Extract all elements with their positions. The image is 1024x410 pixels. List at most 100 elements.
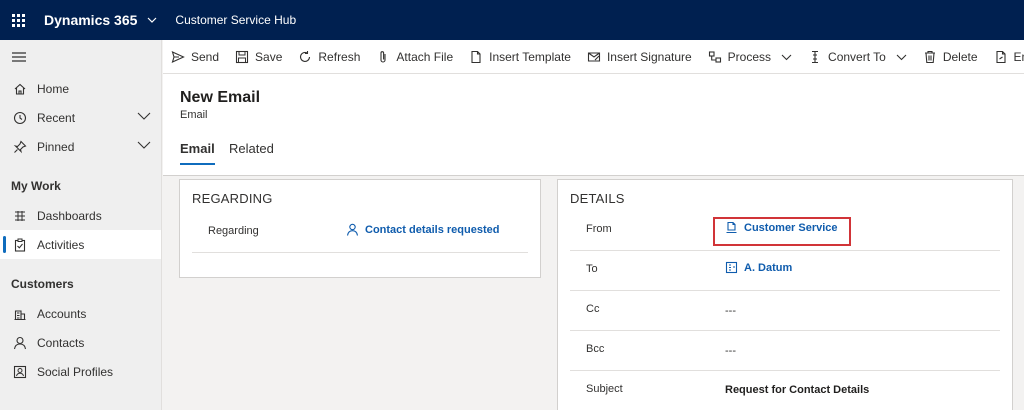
attach-file-label: Attach File bbox=[396, 49, 454, 64]
sidebar-item-accounts[interactable]: Accounts bbox=[0, 299, 161, 328]
delete-label: Delete bbox=[942, 49, 978, 64]
social-icon bbox=[12, 364, 28, 380]
entity-name: Email bbox=[180, 109, 208, 121]
chevron-down-icon[interactable] bbox=[147, 15, 157, 25]
refresh-label: Refresh bbox=[318, 49, 361, 64]
regarding-section: REGARDING Regarding Contact details requ… bbox=[179, 179, 541, 278]
form-body: REGARDING Regarding Contact details requ… bbox=[163, 177, 1024, 410]
delete-button[interactable]: Delete bbox=[915, 40, 986, 73]
account-icon bbox=[725, 261, 738, 274]
sidebar-group-my-work: My Work bbox=[11, 179, 61, 193]
app-launcher-icon[interactable] bbox=[0, 0, 36, 40]
insert-signature-button[interactable]: Insert Signature bbox=[579, 40, 700, 73]
cc-input[interactable]: --- bbox=[725, 305, 736, 317]
document-link-icon bbox=[994, 50, 1008, 64]
to-lookup-value[interactable]: A. Datum bbox=[725, 261, 792, 274]
pin-icon bbox=[12, 139, 28, 155]
sidebar-item-dashboards[interactable]: Dashboards bbox=[0, 201, 161, 230]
sidebar-item-label: Contacts bbox=[37, 335, 85, 350]
sidebar-item-home[interactable]: Home bbox=[0, 74, 161, 103]
tab-email[interactable]: Email bbox=[180, 141, 215, 165]
home-icon bbox=[12, 81, 28, 97]
top-navigation-bar: Dynamics 365 Customer Service Hub bbox=[0, 0, 1024, 40]
refresh-icon bbox=[298, 50, 312, 64]
sidebar-item-label: Social Profiles bbox=[37, 364, 114, 379]
hub-name[interactable]: Customer Service Hub bbox=[175, 13, 296, 27]
sidebar-group-customers: Customers bbox=[11, 277, 74, 291]
tab-related[interactable]: Related bbox=[229, 141, 274, 163]
sidebar-item-social-profiles[interactable]: Social Profiles bbox=[0, 357, 161, 386]
field-label: Regarding bbox=[208, 225, 259, 237]
email-link-button[interactable]: Email a Link bbox=[986, 40, 1024, 73]
email-link-label: Email a Link bbox=[1013, 49, 1024, 64]
send-button[interactable]: Send bbox=[163, 40, 227, 73]
paperclip-icon bbox=[376, 50, 390, 64]
send-label: Send bbox=[191, 49, 220, 64]
hamburger-menu-button[interactable] bbox=[0, 40, 161, 74]
person-icon bbox=[12, 335, 28, 351]
insert-template-label: Insert Template bbox=[489, 49, 571, 64]
sidebar-item-label: Home bbox=[37, 81, 70, 96]
sidebar-item-label: Recent bbox=[37, 110, 76, 125]
field-label: Bcc bbox=[586, 343, 605, 355]
sidebar-item-recent[interactable]: Recent bbox=[0, 103, 161, 132]
sidebar-item-label: Pinned bbox=[37, 139, 75, 154]
hamburger-icon bbox=[12, 52, 26, 62]
field-label: From bbox=[586, 223, 612, 235]
regarding-lookup-value[interactable]: Contact details requested bbox=[346, 223, 499, 236]
sidebar-item-label: Dashboards bbox=[37, 208, 102, 223]
convert-to-label: Convert To bbox=[828, 49, 886, 64]
field-label: To bbox=[586, 263, 598, 275]
field-label: Subject bbox=[586, 383, 623, 395]
to-value-text: A. Datum bbox=[744, 261, 793, 274]
regarding-field-row: Regarding Contact details requested bbox=[192, 213, 528, 253]
refresh-button[interactable]: Refresh bbox=[290, 40, 368, 73]
building-icon bbox=[12, 306, 28, 322]
save-button[interactable]: Save bbox=[227, 40, 290, 73]
person-icon bbox=[346, 223, 359, 236]
cc-field-row: Cc --- bbox=[570, 291, 1000, 331]
page-title: New Email bbox=[180, 89, 261, 106]
process-icon bbox=[708, 50, 722, 64]
trash-icon bbox=[923, 50, 937, 64]
insert-template-button[interactable]: Insert Template bbox=[461, 40, 579, 73]
to-field-row: To A. Datum bbox=[570, 251, 1000, 291]
bcc-input[interactable]: --- bbox=[725, 345, 736, 357]
attach-file-button[interactable]: Attach File bbox=[368, 40, 461, 73]
clock-icon bbox=[12, 110, 28, 126]
process-button[interactable]: Process bbox=[700, 40, 800, 73]
regarding-value-text: Contact details requested bbox=[365, 223, 500, 236]
section-title: REGARDING bbox=[192, 191, 273, 206]
sidebar-item-contacts[interactable]: Contacts bbox=[0, 328, 161, 357]
sidebar-item-label: Activities bbox=[37, 237, 85, 252]
chevron-down-icon bbox=[896, 54, 907, 60]
details-section: DETAILS From Customer Service To A. Datu… bbox=[557, 179, 1013, 410]
section-title: DETAILS bbox=[570, 191, 625, 206]
subject-field-row: Subject Request for Contact Details bbox=[570, 371, 1000, 410]
process-label: Process bbox=[727, 49, 772, 64]
chevron-down-icon bbox=[781, 54, 792, 60]
chevron-down-icon[interactable] bbox=[137, 111, 151, 121]
sitemap-sidebar: Home Recent Pinned My Work Dashboards Ac… bbox=[0, 40, 162, 410]
send-icon bbox=[171, 50, 185, 64]
sidebar-item-label: Accounts bbox=[37, 306, 87, 321]
sidebar-item-activities[interactable]: Activities bbox=[0, 230, 161, 259]
convert-icon bbox=[808, 50, 822, 64]
save-icon bbox=[235, 50, 249, 64]
signature-icon bbox=[587, 50, 601, 64]
sidebar-item-pinned[interactable]: Pinned bbox=[0, 132, 161, 161]
command-bar: Send Save Refresh Attach File Insert Tem… bbox=[163, 40, 1024, 74]
save-label: Save bbox=[255, 49, 283, 64]
app-name[interactable]: Dynamics 365 bbox=[44, 12, 137, 28]
document-icon bbox=[469, 50, 483, 64]
dashboard-icon bbox=[12, 208, 28, 224]
convert-to-button[interactable]: Convert To bbox=[800, 40, 915, 73]
form-header: New Email Email Email Related bbox=[163, 74, 1024, 176]
bcc-field-row: Bcc --- bbox=[570, 331, 1000, 371]
field-label: Cc bbox=[586, 303, 600, 315]
clipboard-icon bbox=[12, 237, 28, 253]
subject-input[interactable]: Request for Contact Details bbox=[725, 384, 869, 396]
chevron-down-icon[interactable] bbox=[137, 140, 151, 150]
insert-signature-label: Insert Signature bbox=[606, 49, 692, 64]
from-highlight-box bbox=[713, 217, 851, 246]
